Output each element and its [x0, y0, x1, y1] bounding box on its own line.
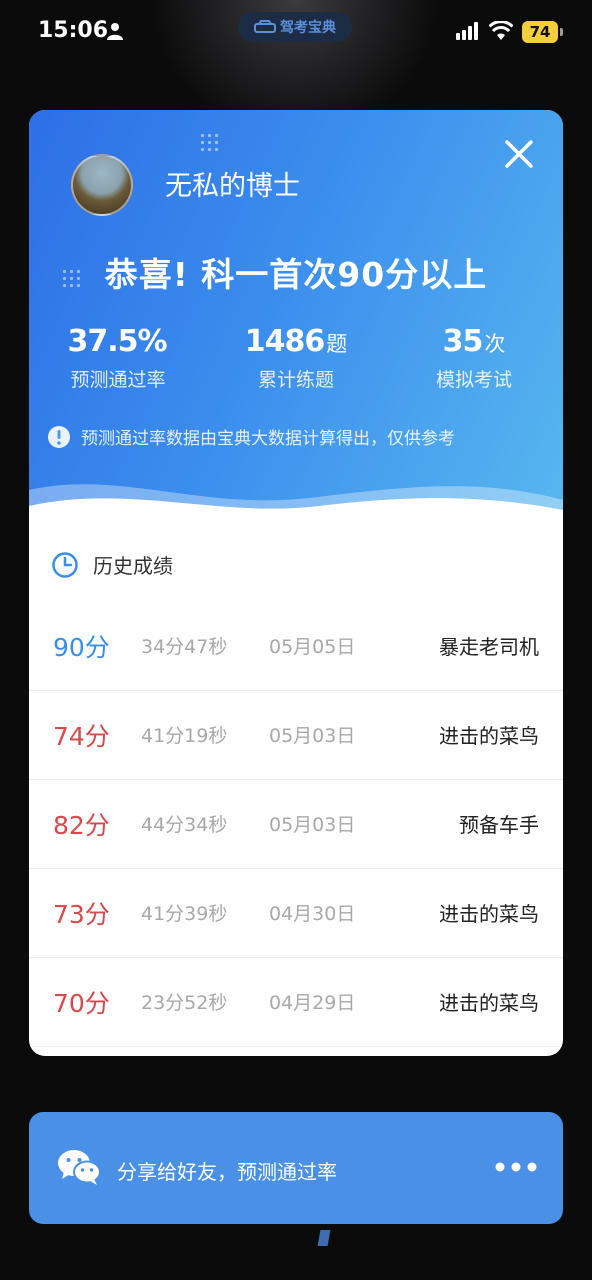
history-date: 04月29日 — [269, 992, 356, 1014]
signal-icon — [456, 22, 478, 40]
history-date: 05月03日 — [269, 725, 356, 747]
status-time: 15:06 — [38, 18, 109, 43]
history-date: 05月05日 — [269, 636, 356, 658]
person-icon — [107, 23, 123, 40]
status-bar: 15:06 驾考宝典 74 — [0, 0, 592, 64]
share-button[interactable]: 分享给好友，预测通过率 — [29, 1112, 563, 1224]
history-rank-title: 进击的菜鸟 — [439, 724, 539, 748]
car-icon — [254, 20, 276, 33]
stat-mock-exams: 35次 模拟考试 — [389, 324, 559, 392]
share-label: 分享给好友，预测通过率 — [117, 1160, 337, 1184]
result-card: 无私的博士 恭喜! 科一首次90分以上 37.5% 预测通过率 1486题 累计… — [29, 110, 563, 1056]
history-duration: 44分34秒 — [141, 814, 228, 836]
stat-unit: 次 — [484, 332, 506, 356]
history-list: 90分 34分47秒 05月05日 暴走老司机 74分 41分19秒 05月03… — [29, 602, 563, 1047]
history-row[interactable]: 73分 41分39秒 04月30日 进击的菜鸟 — [29, 869, 563, 958]
battery-indicator: 74 — [522, 21, 558, 43]
stat-label: 累计练题 — [257, 369, 334, 391]
decorative-dots — [199, 132, 221, 154]
battery-tip — [560, 28, 563, 36]
hero-section: 无私的博士 恭喜! 科一首次90分以上 37.5% 预测通过率 1486题 累计… — [29, 110, 563, 542]
avatar[interactable] — [71, 154, 133, 216]
history-duration: 41分19秒 — [141, 725, 228, 747]
history-row[interactable]: 90分 34分47秒 05月05日 暴走老司机 — [29, 602, 563, 691]
history-rank-title: 进击的菜鸟 — [439, 991, 539, 1015]
more-icon[interactable] — [495, 1160, 537, 1174]
history-rank-title: 预备车手 — [459, 813, 539, 837]
history-row[interactable]: 70分 23分52秒 04月29日 进击的菜鸟 — [29, 958, 563, 1047]
history-row[interactable]: 74分 41分19秒 05月03日 进击的菜鸟 — [29, 691, 563, 780]
disclaimer: 预测通过率数据由宝典大数据计算得出，仅供参考 — [47, 424, 455, 449]
history-score: 70分 — [53, 989, 110, 1018]
history-score: 74分 — [53, 722, 110, 751]
info-icon — [48, 425, 70, 448]
app-indicator-pill[interactable]: 驾考宝典 — [238, 12, 352, 42]
wechat-icon — [58, 1150, 101, 1185]
stat-value: 37.5% — [67, 324, 167, 359]
history-duration: 23分52秒 — [141, 992, 228, 1014]
stat-pass-rate: 37.5% 预测通过率 — [33, 324, 203, 392]
history-score: 90分 — [53, 633, 110, 662]
wave-divider — [29, 484, 563, 542]
disclaimer-text: 预测通过率数据由宝典大数据计算得出，仅供参考 — [81, 429, 455, 449]
username: 无私的博士 — [165, 171, 300, 202]
decorative-mark — [317, 1230, 331, 1246]
history-rank-title: 暴走老司机 — [439, 635, 539, 659]
history-duration: 41分39秒 — [141, 903, 228, 925]
stat-questions: 1486题 累计练题 — [211, 324, 381, 392]
app-name: 驾考宝典 — [280, 20, 336, 36]
history-rank-title: 进击的菜鸟 — [439, 902, 539, 926]
stat-label: 模拟考试 — [435, 369, 512, 391]
history-title: 历史成绩 — [93, 554, 173, 578]
stat-value: 35 — [442, 324, 484, 359]
history-score: 82分 — [53, 811, 110, 840]
history-header: 历史成绩 — [51, 550, 173, 579]
wifi-icon — [489, 21, 513, 40]
history-date: 05月03日 — [269, 814, 356, 836]
history-date: 04月30日 — [269, 903, 356, 925]
close-icon[interactable] — [503, 138, 535, 170]
congrats-headline: 恭喜! 科一首次90分以上 — [104, 255, 488, 294]
stat-value: 1486 — [244, 324, 325, 359]
stat-unit: 题 — [326, 332, 348, 356]
history-duration: 34分47秒 — [141, 636, 228, 658]
stat-label: 预测通过率 — [70, 369, 166, 391]
history-score: 73分 — [53, 900, 110, 929]
clock-icon — [52, 551, 78, 578]
history-row[interactable]: 82分 44分34秒 05月03日 预备车手 — [29, 780, 563, 869]
